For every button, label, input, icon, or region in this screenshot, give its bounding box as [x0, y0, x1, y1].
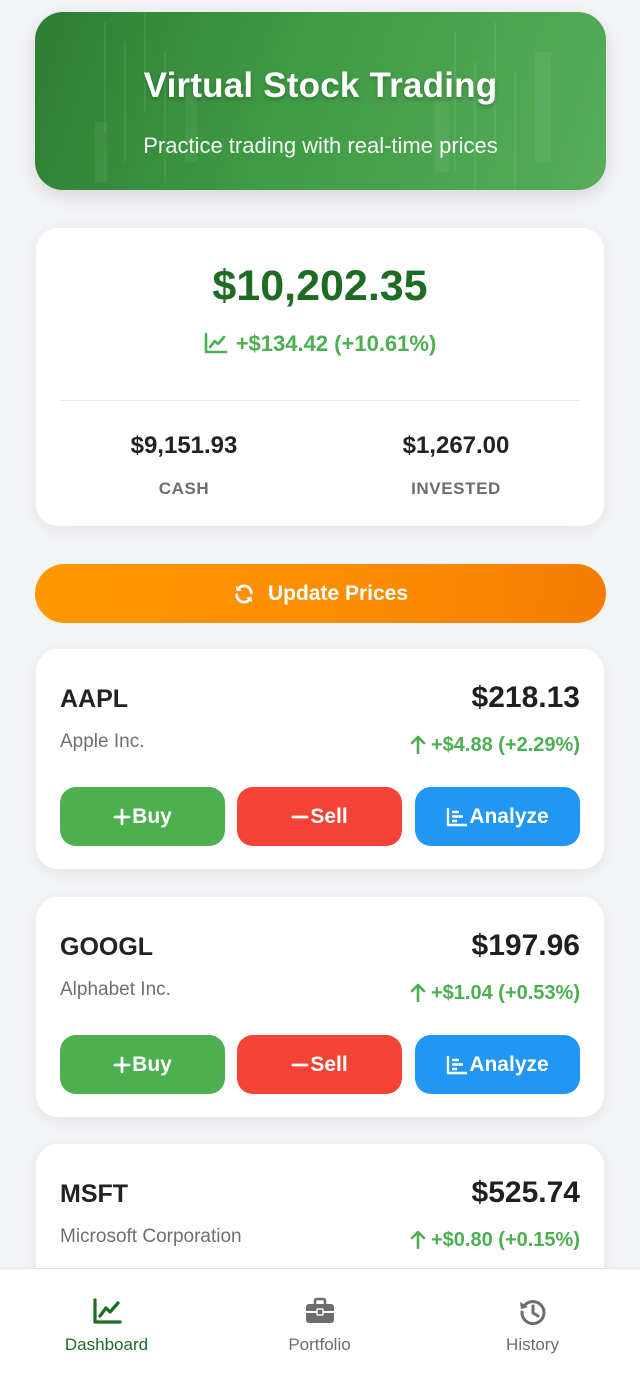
sell-label: Sell [310, 804, 348, 828]
nav-label-portfolio: Portfolio [288, 1335, 351, 1354]
analyze-button[interactable]: Analyze [415, 787, 580, 846]
buy-button[interactable]: Buy [60, 1035, 225, 1094]
stock-company-name: Microsoft Corporation [60, 1226, 242, 1247]
stock-price: $525.74 [471, 1176, 580, 1209]
buy-label: Buy [132, 1052, 172, 1076]
analyze-label: Analyze [469, 804, 549, 828]
stock-company-name: Apple Inc. [60, 731, 145, 752]
plus-icon [113, 808, 131, 825]
nav-item-dashboard[interactable]: Dashboard [0, 1269, 213, 1387]
nav-item-portfolio[interactable]: Portfolio [213, 1269, 426, 1387]
stock-ticker: GOOGL [60, 933, 154, 961]
cash-label: CASH [158, 479, 210, 498]
nav-label-dashboard: Dashboard [64, 1335, 149, 1354]
stock-change-text: +$4.88 (+2.29%) [431, 734, 580, 756]
main-content: Virtual Stock Trading Practice trading w… [0, 0, 640, 1268]
stock-card: AAPL Apple Inc. $218.13 +$4.88 (+2.29%) … [36, 649, 604, 869]
sell-button[interactable]: Sell [237, 1035, 402, 1094]
balance-divider [60, 400, 580, 401]
plus-icon [113, 1056, 131, 1073]
stock-change: +$4.88 (+2.29%) [410, 734, 580, 757]
total-change: +$134.42 (+10.61%) [0, 331, 640, 357]
stock-change: +$0.80 (+0.15%) [410, 1229, 580, 1252]
page-title: Virtual Stock Trading [143, 66, 498, 105]
analyze-label: Analyze [469, 1052, 549, 1076]
update-prices-button[interactable]: Update Prices [35, 564, 606, 623]
buy-label: Buy [132, 804, 172, 828]
bottom-navigation: Dashboard Portfolio History [0, 1268, 640, 1387]
briefcase-icon [305, 1297, 334, 1323]
stock-ticker: AAPL [60, 685, 129, 713]
invested-label: INVESTED [411, 479, 501, 498]
minus-icon [291, 1063, 309, 1066]
header-banner: Virtual Stock Trading Practice trading w… [35, 12, 606, 190]
history-icon [519, 1300, 545, 1326]
arrow-up-icon [410, 735, 426, 755]
bar-chart-icon [447, 807, 468, 826]
stock-price: $197.96 [471, 929, 580, 962]
nav-item-history[interactable]: History [426, 1269, 639, 1387]
minus-icon [291, 815, 309, 818]
sync-icon [235, 584, 253, 603]
stock-change: +$1.04 (+0.53%) [410, 982, 580, 1005]
cash-value: $9,151.93 [130, 432, 238, 459]
stock-card: MSFT Microsoft Corporation $525.74 +$0.8… [36, 1144, 604, 1268]
bar-chart-icon [447, 1055, 468, 1074]
arrow-up-icon [410, 983, 426, 1003]
arrow-up-icon [410, 1230, 426, 1250]
stock-change-text: +$0.80 (+0.15%) [431, 1229, 580, 1251]
chart-line-icon [92, 1298, 122, 1324]
buy-button[interactable]: Buy [60, 787, 225, 846]
total-change-text: +$134.42 (+10.61%) [235, 331, 437, 356]
stock-price: $218.13 [471, 681, 580, 714]
sell-label: Sell [310, 1052, 348, 1076]
analyze-button[interactable]: Analyze [415, 1035, 580, 1094]
chart-line-icon [204, 332, 227, 354]
nav-label-history: History [506, 1335, 559, 1354]
stock-card: GOOGL Alphabet Inc. $197.96 +$1.04 (+0.5… [36, 897, 604, 1117]
page-subtitle: Practice trading with real-time prices [143, 133, 498, 158]
invested-value: $1,267.00 [402, 432, 510, 459]
sell-button[interactable]: Sell [237, 787, 402, 846]
stock-change-text: +$1.04 (+0.53%) [431, 982, 580, 1004]
total-balance: $10,202.35 [212, 262, 428, 310]
stock-company-name: Alphabet Inc. [60, 979, 171, 1000]
stock-ticker: MSFT [60, 1180, 129, 1208]
update-prices-label: Update Prices [267, 581, 409, 605]
